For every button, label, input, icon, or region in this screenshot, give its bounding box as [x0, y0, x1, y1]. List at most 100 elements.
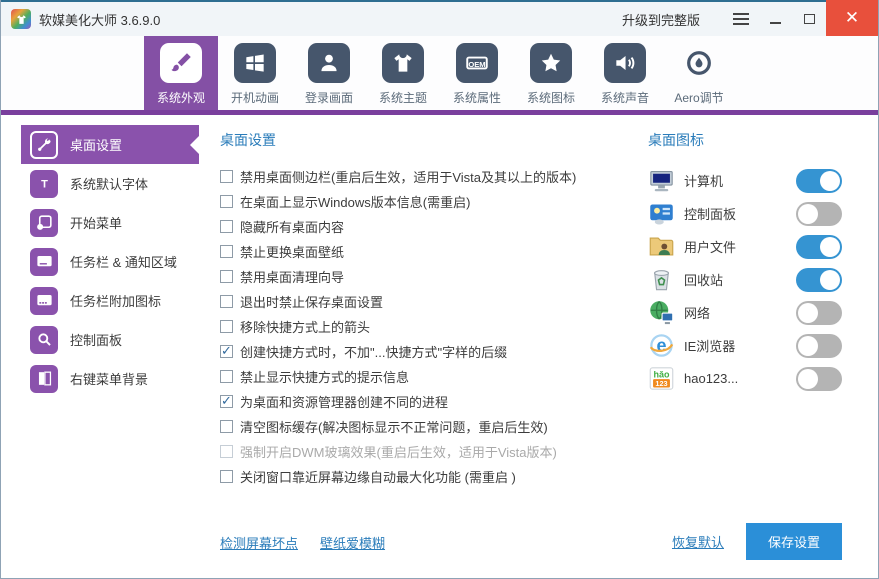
checkbox[interactable] [220, 245, 233, 258]
svg-text:OEM: OEM [468, 60, 485, 69]
tab-system-sounds[interactable]: 系统声音 [588, 36, 662, 110]
checkbox-label: 清空图标缓存(解决图标显示不正常问题，重启后生效) [240, 420, 548, 435]
sidebar-item-taskbar-notification[interactable]: 任务栏 & 通知区域 [21, 242, 199, 281]
sidebar-item-label: 右键菜单背景 [70, 372, 149, 387]
checkbox[interactable] [220, 470, 233, 483]
svg-text:123: 123 [655, 379, 667, 388]
sidebar-item-context-menu-background[interactable]: 右键菜单背景 [21, 359, 199, 398]
ie-icon: e [648, 332, 675, 359]
desktop-icon-row-computer: 计算机 [648, 164, 842, 197]
toggle-knob [798, 335, 818, 356]
sidebar-item-label: 控制面板 [70, 333, 123, 348]
desktop-icon-label: IE浏览器 [684, 339, 736, 354]
checkbox-row-remove-shortcut-arrow[interactable]: 移除快捷方式上的箭头 [220, 314, 648, 339]
sidebar: 桌面设置 T 系统默认字体 开始菜单 任务栏 & 通知区域 任务栏附加图标 控制… [1, 115, 219, 578]
detect-dead-pixels-link[interactable]: 检测屏幕坏点 [220, 533, 298, 552]
main-links-row: 检测屏幕坏点 壁纸爱模糊 [220, 533, 648, 578]
desktop-icon-row-user-files: 用户文件 [648, 230, 842, 263]
tab-system-icons[interactable]: 系统图标 [514, 36, 588, 110]
minimize-button[interactable] [758, 2, 792, 36]
desktop-icon-label: 计算机 [684, 174, 724, 189]
tab-system-appearance[interactable]: 系统外观 [144, 36, 218, 110]
desktop-icons-panel: 桌面图标 计算机 控制面板 用户文件 回收站 网络 e IE浏览器 hǎo 12… [648, 115, 878, 578]
checkbox[interactable] [220, 320, 233, 333]
checkbox-row-forbid-wallpaper-change[interactable]: 禁止更换桌面壁纸 [220, 239, 648, 264]
hao123-icon: hǎo 123 [648, 365, 675, 392]
sidebar-item-desktop-settings[interactable]: 桌面设置 [21, 125, 199, 164]
hamburger-menu-icon[interactable] [724, 2, 758, 36]
tab-label: 系统外观 [156, 91, 205, 105]
tab-logon-screen[interactable]: 登录画面 [292, 36, 366, 110]
checkbox-row-hide-desktop-content[interactable]: 隐藏所有桌面内容 [220, 214, 648, 239]
checkbox-row-show-windows-version[interactable]: 在桌面上显示Windows版本信息(需重启) [220, 189, 648, 214]
checkbox[interactable] [220, 420, 233, 433]
tshirt-icon [382, 43, 424, 83]
tab-label: 开机动画 [230, 91, 279, 105]
svg-text:e: e [656, 336, 666, 356]
toggle-knob [820, 170, 840, 191]
toggle-control-panel[interactable] [796, 201, 842, 226]
save-settings-button[interactable]: 保存设置 [746, 523, 842, 560]
app-window: 软媒美化大师 3.6.9.0 升级到完整版 ✕ 系统外观 开机动画 登录画面 系… [0, 0, 879, 579]
checkbox[interactable] [220, 195, 233, 208]
desktop-icon-row-network: 网络 [648, 296, 842, 329]
paintbrush-icon [160, 43, 202, 83]
sidebar-item-control-panel[interactable]: 控制面板 [21, 320, 199, 359]
maximize-button[interactable] [792, 2, 826, 36]
checkbox[interactable] [220, 170, 233, 183]
checkbox-label: 创建快捷方式时，不加"...快捷方式"字样的后缀 [240, 345, 508, 360]
checkbox-row-separate-explorer-process[interactable]: 为桌面和资源管理器创建不同的进程 [220, 389, 648, 414]
checkbox-row-disable-aero-snap[interactable]: 关闭窗口靠近屏幕边缘自动最大化功能 (需重启 ) [220, 464, 648, 489]
checkbox[interactable] [220, 370, 233, 383]
checkbox-label: 关闭窗口靠近屏幕边缘自动最大化功能 (需重启 ) [240, 470, 516, 485]
checkbox-row-disable-sidebar[interactable]: 禁用桌面侧边栏(重启后生效，适用于Vista及其以上的版本) [220, 164, 648, 189]
checkbox-row-force-dwm-glass: 强制开启DWM玻璃效果(重启后生效，适用于Vista版本) [220, 439, 648, 464]
toggle-hao123[interactable] [796, 366, 842, 391]
checkbox-row-disable-cleanup-wizard[interactable]: 禁用桌面清理向导 [220, 264, 648, 289]
tab-aero-tuning[interactable]: Aero调节 [662, 36, 736, 110]
checkbox-label: 禁止显示快捷方式的提示信息 [240, 370, 410, 385]
titlebar: 软媒美化大师 3.6.9.0 升级到完整版 ✕ [1, 0, 878, 36]
desktop-icon-label: 回收站 [684, 273, 724, 288]
taskbar-icon [30, 247, 58, 276]
checkbox-label: 禁用桌面侧边栏(重启后生效，适用于Vista及其以上的版本) [240, 170, 577, 185]
desktop-icon-label: 用户文件 [684, 240, 737, 255]
tab-system-properties[interactable]: OEM 系统属性 [440, 36, 514, 110]
sidebar-item-start-menu[interactable]: 开始菜单 [21, 203, 199, 242]
wallpaper-blur-link[interactable]: 壁纸爱模糊 [320, 533, 385, 552]
network-icon [648, 299, 675, 326]
checkbox-label: 禁用桌面清理向导 [240, 270, 345, 285]
toggle-user-files[interactable] [796, 234, 842, 259]
panel-heading: 桌面设置 [220, 132, 276, 148]
toggle-computer[interactable] [796, 168, 842, 193]
checkbox-label: 移除快捷方式上的箭头 [240, 320, 371, 335]
checkbox-row-no-shortcut-tooltip[interactable]: 禁止显示快捷方式的提示信息 [220, 364, 648, 389]
checkbox-row-clear-icon-cache[interactable]: 清空图标缓存(解决图标显示不正常问题，重启后生效) [220, 414, 648, 439]
upgrade-to-full-link[interactable]: 升级到完整版 [622, 10, 700, 29]
toggle-ie-browser[interactable] [796, 333, 842, 358]
toggle-recycle-bin[interactable] [796, 267, 842, 292]
toggle-network[interactable] [796, 300, 842, 325]
tab-label: 系统声音 [600, 91, 649, 105]
computer-icon [648, 167, 675, 194]
speaker-icon [604, 43, 646, 83]
tab-boot-animation[interactable]: 开机动画 [218, 36, 292, 110]
tab-label: 系统主题 [378, 91, 427, 105]
checkbox[interactable] [220, 343, 233, 359]
tab-system-theme[interactable]: 系统主题 [366, 36, 440, 110]
sidebar-item-taskbar-extra-icons[interactable]: 任务栏附加图标 [21, 281, 199, 320]
checkbox[interactable] [220, 295, 233, 308]
toggle-knob [798, 302, 818, 323]
sidebar-item-default-font[interactable]: T 系统默认字体 [21, 164, 199, 203]
checkbox[interactable] [220, 270, 233, 283]
checkbox-row-no-shortcut-suffix[interactable]: 创建快捷方式时，不加"...快捷方式"字样的后缀 [220, 339, 648, 364]
aero-drop-icon [678, 43, 720, 83]
user-icon [308, 43, 350, 83]
checkbox-row-forbid-save-settings-on-exit[interactable]: 退出时禁止保存桌面设置 [220, 289, 648, 314]
tab-label: 系统图标 [526, 91, 575, 105]
restore-defaults-link[interactable]: 恢复默认 [672, 532, 724, 551]
checkbox[interactable] [220, 393, 233, 409]
toggle-knob [820, 269, 840, 290]
checkbox[interactable] [220, 220, 233, 233]
close-button[interactable]: ✕ [826, 0, 878, 36]
